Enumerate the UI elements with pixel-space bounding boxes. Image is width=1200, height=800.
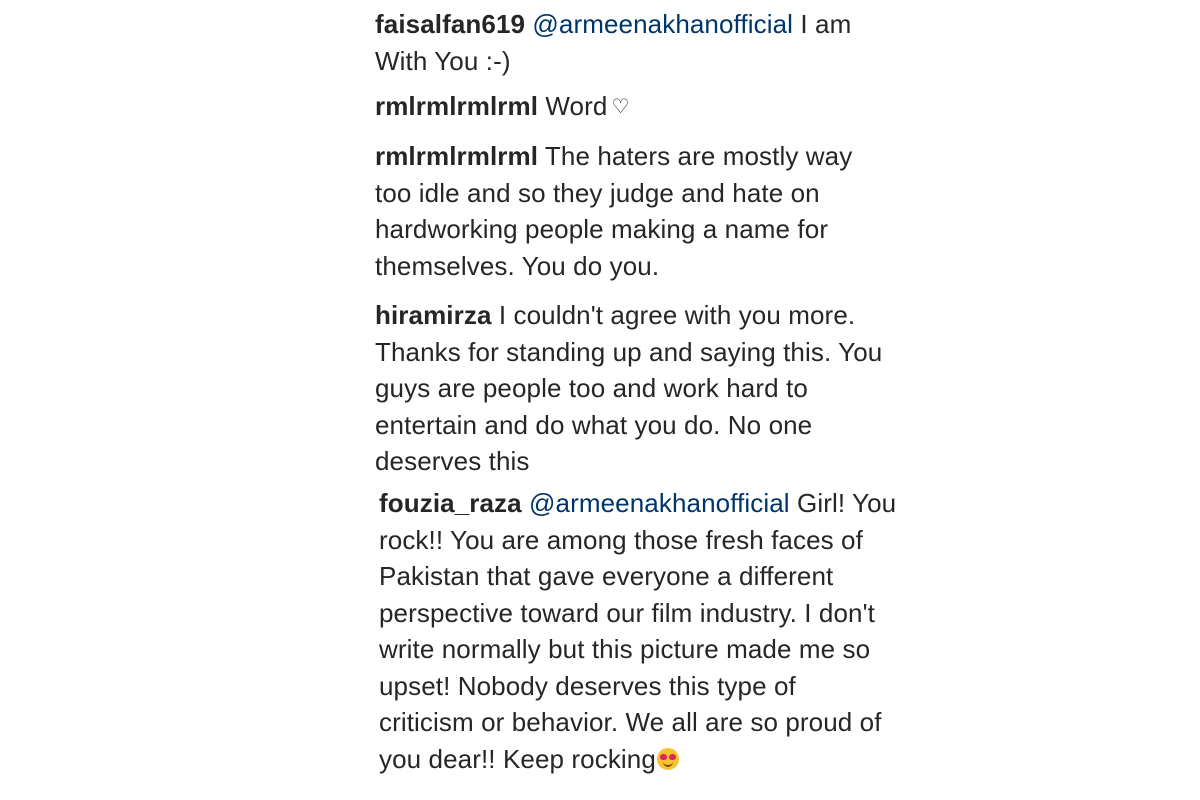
comment-text: write normally but this picture made me … — [379, 634, 871, 664]
smiling-face-with-heart-eyes-icon — [656, 747, 679, 770]
comment-text: I couldn't agree with you more. — [498, 300, 856, 330]
comment-text: entertain and do what you do. No one — [375, 409, 813, 440]
comment-text: rock!! You are among those fresh faces o… — [379, 524, 863, 555]
comment-text: I am — [800, 9, 852, 39]
comment-text: too idle and so they judge and hate on — [375, 177, 820, 208]
comment-mention[interactable]: @armeenakhanofficial — [532, 9, 793, 39]
comment-text: perspective toward our film industry. I … — [379, 597, 875, 628]
comment: faisalfan619 @armeenakhanofficial I am W… — [375, 6, 851, 79]
comment-text: themselves. You do you. — [375, 250, 660, 281]
comment-username[interactable]: rmlrmlrmlrml — [375, 91, 538, 121]
comment-text: Pakistan that gave everyone a different — [379, 561, 834, 591]
comment: hiramirza I couldn't agree with you more… — [375, 297, 882, 480]
comment-text: upset! Nobody deserves this type of — [379, 670, 796, 701]
comment: fouzia_raza @armeenakhanofficial Girl! Y… — [379, 485, 896, 777]
comment-text: With You :-) — [375, 45, 511, 76]
comment-text: Word — [545, 91, 608, 121]
comment: rmlrmlrmlrml Word ♡ — [375, 88, 629, 126]
comment-text: The haters are mostly way — [544, 141, 853, 171]
comment-mention[interactable]: @armeenakhanofficial — [529, 488, 790, 518]
comment-username[interactable]: fouzia_raza — [379, 488, 522, 518]
heart-icon: ♡ — [611, 96, 630, 118]
comment-text: deserves this — [375, 446, 530, 476]
comment-username[interactable]: faisalfan619 — [375, 9, 525, 39]
comment-text: guys are people too and work hard to — [375, 373, 808, 403]
comment-text: Girl! You — [797, 488, 897, 518]
comment-text: criticism or behavior. We all are so pro… — [379, 707, 882, 737]
comment-text: hardworking people making a name for — [375, 214, 829, 244]
comment-text: Thanks for standing up and saying this. … — [375, 336, 883, 367]
comment-username[interactable]: hiramirza — [375, 300, 492, 330]
comment: rmlrmlrmlrml The haters are mostly way t… — [375, 138, 852, 284]
comment-text: you dear!! Keep rocking — [379, 743, 656, 774]
comment-username[interactable]: rmlrmlrmlrml — [375, 141, 538, 171]
